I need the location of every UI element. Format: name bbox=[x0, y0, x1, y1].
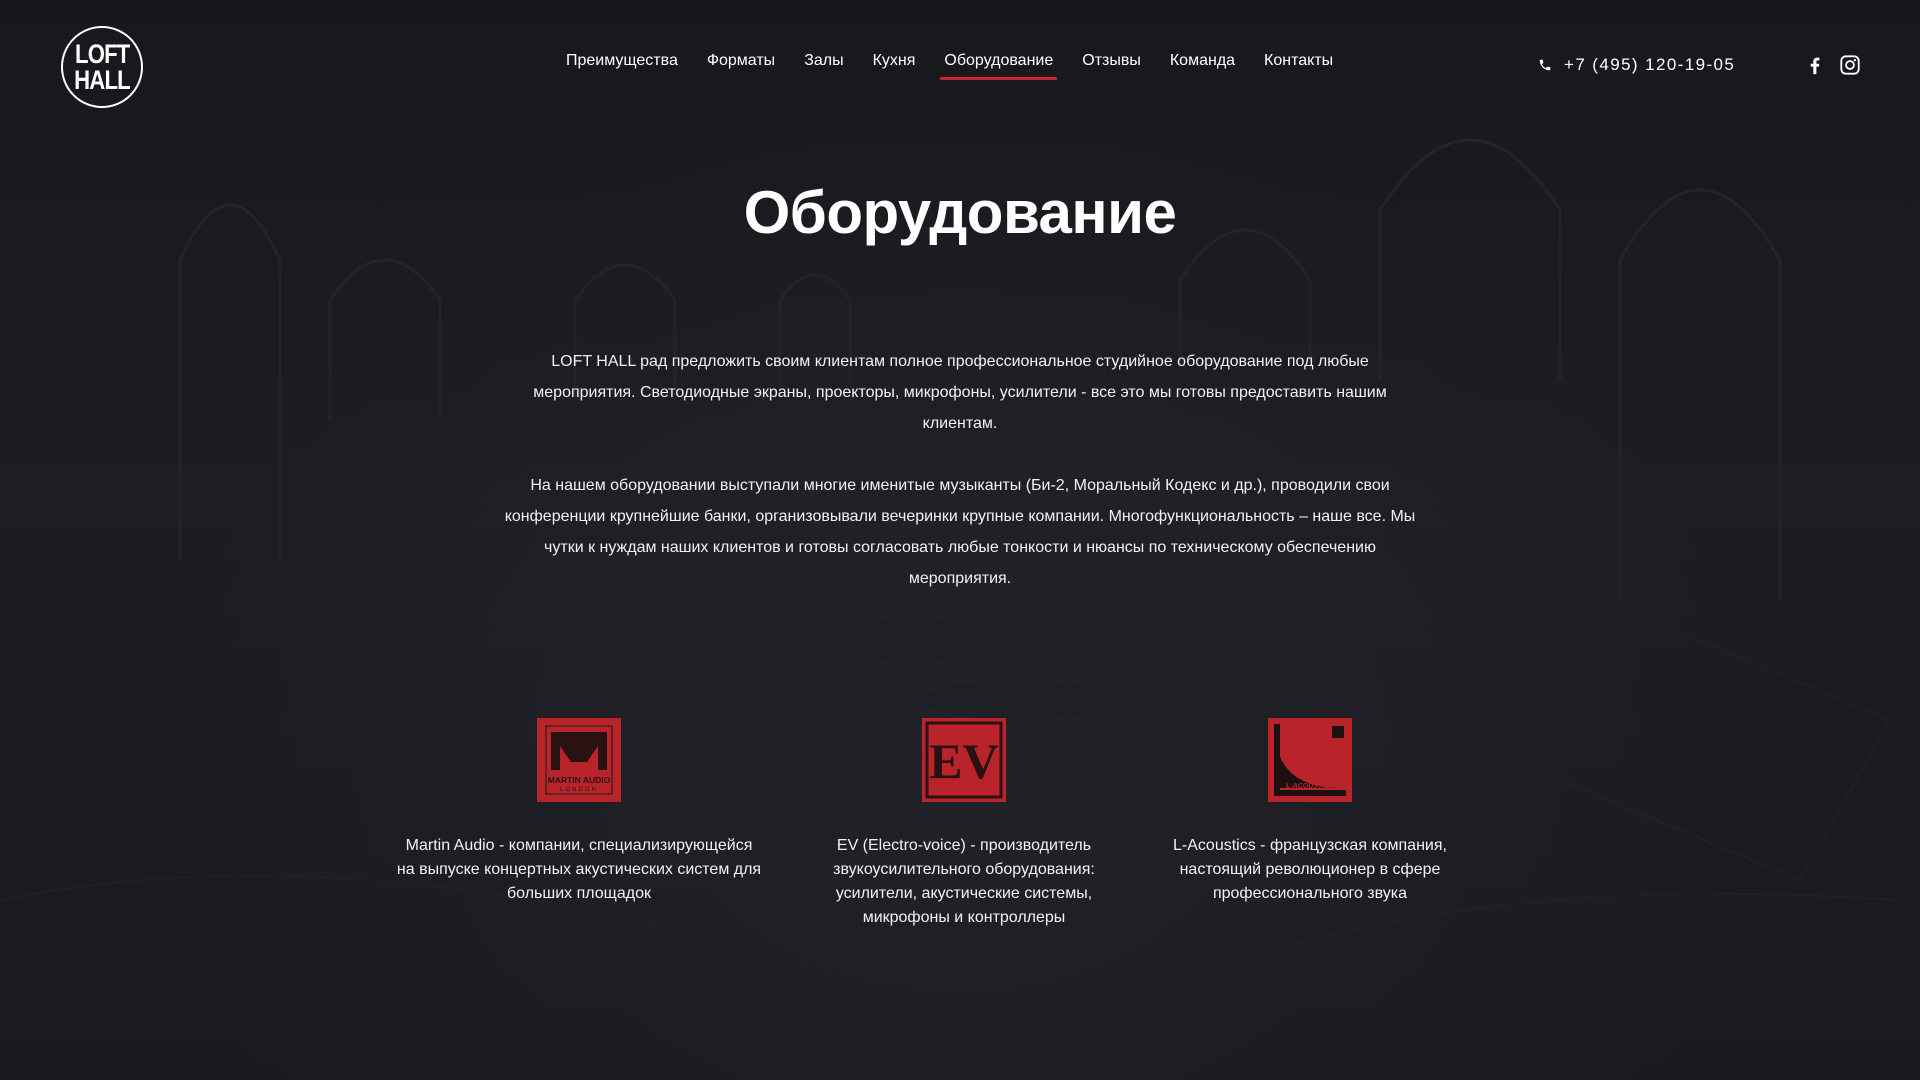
phone-icon bbox=[1539, 59, 1551, 71]
martin-audio-logo: MARTIN AUDIO LONDON bbox=[537, 718, 621, 802]
instagram-link[interactable] bbox=[1839, 54, 1861, 76]
ev-logo-icon: EV bbox=[925, 721, 1003, 799]
phone-link[interactable]: +7 (495) 120-19-05 bbox=[1538, 55, 1735, 75]
l-acoustics-logo-text: L-ACOUSTICS bbox=[1286, 783, 1334, 790]
loft-hall-logo[interactable]: LOFT HALL bbox=[61, 26, 143, 108]
martin-audio-m-icon: MARTIN AUDIO LONDON bbox=[545, 725, 613, 795]
nav-item-halls[interactable]: Залы bbox=[804, 50, 843, 80]
intro-paragraph-1: LOFT HALL рад предложить своим клиентам … bbox=[533, 353, 1387, 432]
phone-number: +7 (495) 120-19-05 bbox=[1564, 55, 1736, 74]
logo-line-1: LOFT bbox=[74, 39, 130, 69]
nav-item-equipment[interactable]: Оборудование bbox=[940, 50, 1058, 80]
facebook-icon bbox=[1810, 57, 1820, 75]
brand-electro-voice: EV EV (Electro-voice) - производитель зв… bbox=[812, 718, 1116, 930]
nav-item-advantages[interactable]: Преимущества bbox=[566, 50, 678, 80]
martin-audio-logo-subtext: LONDON bbox=[560, 787, 598, 793]
intro-paragraph-2: На нашем оборудовании выступали многие и… bbox=[504, 477, 1416, 587]
l-acoustics-logo: L-ACOUSTICS bbox=[1268, 718, 1352, 802]
ev-description: EV (Electro-voice) - производитель звуко… bbox=[833, 837, 1095, 926]
martin-audio-description: Martin Audio - компании, специализирующе… bbox=[396, 837, 762, 902]
page: LOFT HALL Преимущества Форматы Залы Кухн… bbox=[0, 0, 1920, 1080]
nav-item-contacts[interactable]: Контакты bbox=[1264, 50, 1333, 80]
l-acoustics-description: L-Acoustics - французская компания, наст… bbox=[1173, 837, 1447, 902]
logo-line-2: HALL bbox=[74, 65, 131, 95]
facebook-link[interactable] bbox=[1804, 54, 1826, 76]
ev-logo-text: EV bbox=[929, 733, 998, 789]
instagram-icon bbox=[1840, 55, 1860, 75]
nav-item-formats[interactable]: Форматы bbox=[707, 50, 775, 80]
brand-martin-audio: MARTIN AUDIO LONDON Martin Audio - компа… bbox=[395, 718, 763, 906]
ev-logo: EV bbox=[922, 718, 1006, 802]
nav-item-team[interactable]: Команда bbox=[1170, 50, 1235, 80]
nav-item-kitchen[interactable]: Кухня bbox=[873, 50, 916, 80]
brand-l-acoustics: L-ACOUSTICS L-Acoustics - французская ко… bbox=[1160, 718, 1460, 906]
l-acoustics-logo-icon: L-ACOUSTICS bbox=[1274, 724, 1346, 796]
main-nav: Преимущества Форматы Залы Кухня Оборудов… bbox=[566, 50, 1362, 80]
page-title: Оборудование bbox=[743, 179, 1177, 246]
nav-item-reviews[interactable]: Отзывы bbox=[1082, 50, 1141, 80]
martin-audio-logo-text: MARTIN AUDIO bbox=[548, 775, 611, 785]
